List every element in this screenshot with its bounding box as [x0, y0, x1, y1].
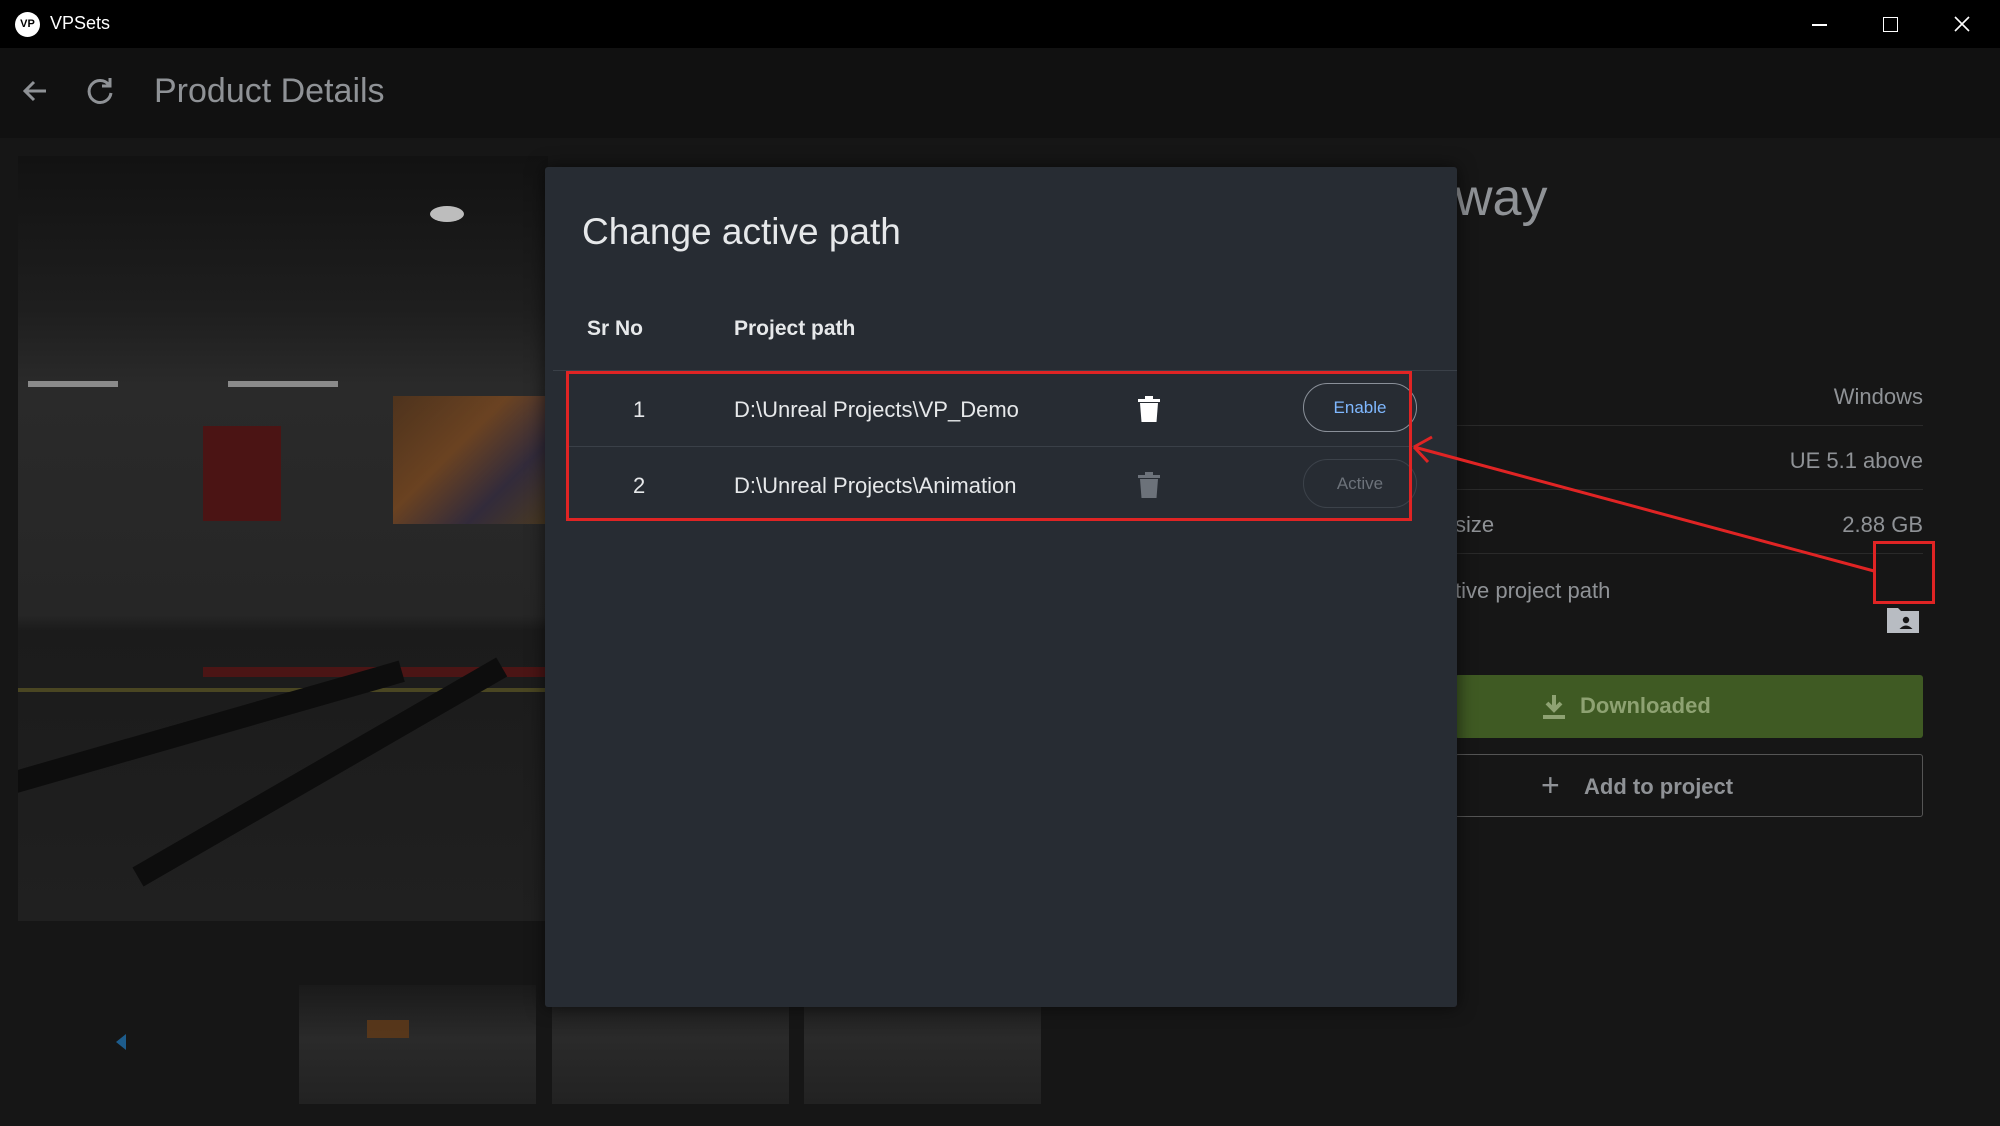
plus-icon: +: [1541, 767, 1560, 803]
downloaded-button[interactable]: Downloaded: [1455, 675, 1923, 738]
detail-value: Windows: [1833, 384, 1923, 409]
downloaded-label: Downloaded: [1580, 693, 1711, 718]
column-header-sr-no: Sr No: [587, 317, 644, 340]
dialog-title: Change active path: [582, 211, 901, 252]
change-active-path-dialog: Change active path Sr No Project path 1 …: [545, 167, 1457, 1007]
add-to-project-button[interactable]: + Add to project: [1455, 754, 1923, 817]
page-title: Product Details: [154, 72, 385, 110]
app-bar: Product Details: [0, 48, 2000, 138]
column-header-project-path: Project path: [734, 317, 856, 340]
detail-row-size: size 2.88 GB: [1455, 490, 1923, 554]
minimize-icon[interactable]: [1784, 0, 1854, 48]
detail-row-engine: UE 5.1 above: [1455, 426, 1923, 490]
arrow-left-icon[interactable]: [18, 74, 52, 108]
thumbnail-1[interactable]: [299, 985, 536, 1104]
annotation-highlight-rows: [566, 371, 1412, 521]
product-title: way: [1455, 169, 1548, 227]
detail-row-platform: Windows: [1455, 362, 1923, 426]
title-bar: VP VPSets: [0, 0, 2000, 48]
close-icon[interactable]: [1927, 0, 1997, 48]
app-name: VPSets: [50, 13, 111, 33]
annotation-highlight-folder: [1873, 541, 1935, 604]
download-icon: [1540, 693, 1568, 721]
refresh-icon[interactable]: [83, 74, 117, 108]
add-to-project-label: Add to project: [1584, 774, 1734, 799]
detail-value: UE 5.1 above: [1789, 448, 1923, 473]
maximize-icon[interactable]: [1855, 0, 1925, 48]
detail-label: tive project path: [1455, 578, 1611, 603]
product-main-image: [18, 156, 548, 921]
detail-label: size: [1455, 512, 1495, 537]
detail-value: 2.88 GB: [1842, 512, 1923, 537]
folder-user-icon[interactable]: [1886, 604, 1920, 634]
detail-row-project-path: tive project path: [1455, 556, 1923, 620]
previous-image-icon[interactable]: [116, 1034, 126, 1050]
app-logo: VP: [15, 12, 40, 37]
